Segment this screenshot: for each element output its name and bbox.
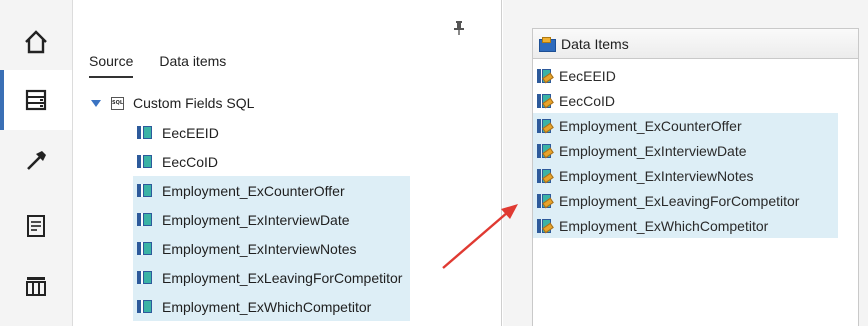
hammer-icon: [27, 151, 46, 170]
data-item-icon: [537, 193, 554, 208]
query-item-icon: [137, 155, 152, 168]
data-item-label: Employment_ExInterviewDate: [559, 142, 747, 159]
home-icon: [25, 30, 47, 54]
tree-item-label: EecEEID: [162, 124, 219, 141]
source-tree-list: EecEEID EecCoID Employment_ExCounterOffe…: [133, 118, 411, 321]
tree-item-label: EecCoID: [162, 153, 219, 170]
query-item-icon: [137, 126, 152, 139]
data-item-label: EecCoID: [559, 92, 616, 109]
tree-item[interactable]: Employment_ExInterviewDate: [133, 205, 411, 234]
data-item-label: EecEEID: [559, 67, 616, 84]
tree-item[interactable]: Employment_ExWhichCompetitor: [133, 292, 411, 321]
vertical-toolbar: [0, 0, 73, 326]
query-item-icon: [137, 300, 152, 313]
data-items-header: Data Items: [533, 29, 858, 59]
data-item[interactable]: Employment_ExInterviewDate: [533, 138, 838, 163]
data-items-title: Data Items: [561, 35, 629, 52]
tree-item-label: Employment_ExLeavingForCompetitor: [162, 269, 403, 286]
data-items-folder-icon: [539, 37, 556, 52]
pin-icon[interactable]: [453, 20, 465, 36]
data-source-icon: [25, 89, 47, 111]
data-item-icon: [537, 118, 554, 133]
tree-item-label: Employment_ExInterviewDate: [162, 211, 350, 228]
data-item[interactable]: Employment_ExLeavingForCompetitor: [533, 188, 838, 213]
source-tabs: Source Data items: [89, 52, 252, 78]
tree-item[interactable]: Employment_ExLeavingForCompetitor: [133, 263, 411, 292]
tree-root-node[interactable]: SQL Custom Fields SQL: [91, 92, 254, 114]
data-item-icon: [537, 68, 554, 83]
data-item-icon: [537, 218, 554, 233]
tree-item-label: Employment_ExCounterOffer: [162, 182, 345, 199]
table-icon: [26, 277, 46, 296]
data-item[interactable]: Employment_ExCounterOffer: [533, 113, 838, 138]
tree-item[interactable]: EecEEID: [133, 118, 410, 147]
data-item-label: Employment_ExLeavingForCompetitor: [559, 192, 800, 209]
pages-button[interactable]: [0, 196, 72, 256]
sql-query-icon: SQL: [111, 96, 124, 110]
query-item-icon: [137, 271, 152, 284]
table-button[interactable]: [0, 256, 72, 316]
data-item-label: Employment_ExWhichCompetitor: [559, 217, 769, 234]
tab-data-items[interactable]: Data items: [159, 52, 226, 78]
data-item[interactable]: EecCoID: [533, 88, 858, 113]
page-icon: [27, 215, 45, 237]
data-item[interactable]: Employment_ExWhichCompetitor: [533, 213, 838, 238]
data-item-label: Employment_ExInterviewNotes: [559, 167, 754, 184]
source-panel: Source Data items SQL Custom Fields SQL …: [73, 0, 502, 326]
build-button[interactable]: [0, 130, 72, 190]
data-item[interactable]: Employment_ExInterviewNotes: [533, 163, 838, 188]
data-source-button[interactable]: [0, 70, 72, 130]
query-item-icon: [137, 213, 152, 226]
tab-source[interactable]: Source: [89, 52, 134, 78]
data-items-panel: Data Items EecEEID EecCoID Employment_Ex…: [525, 0, 868, 326]
query-item-icon: [137, 242, 152, 255]
data-item[interactable]: EecEEID: [533, 63, 858, 88]
data-item-label: Employment_ExCounterOffer: [559, 117, 742, 134]
tree-root-label: Custom Fields SQL: [133, 95, 255, 111]
expand-caret-icon[interactable]: [91, 99, 101, 107]
data-item-icon: [537, 93, 554, 108]
data-item-icon: [537, 143, 554, 158]
tree-item[interactable]: Employment_ExInterviewNotes: [133, 234, 411, 263]
data-items-frame: Data Items EecEEID EecCoID Employment_Ex…: [532, 28, 859, 326]
home-button[interactable]: [0, 12, 72, 72]
tree-item-label: Employment_ExInterviewNotes: [162, 240, 357, 257]
tree-item[interactable]: Employment_ExCounterOffer: [133, 176, 411, 205]
data-items-list: EecEEID EecCoID Employment_ExCounterOffe…: [533, 59, 858, 238]
tree-item[interactable]: EecCoID: [133, 147, 410, 176]
tree-item-label: Employment_ExWhichCompetitor: [162, 298, 372, 315]
query-item-icon: [137, 184, 152, 197]
data-item-icon: [537, 168, 554, 183]
panel-splitter[interactable]: [503, 0, 525, 326]
